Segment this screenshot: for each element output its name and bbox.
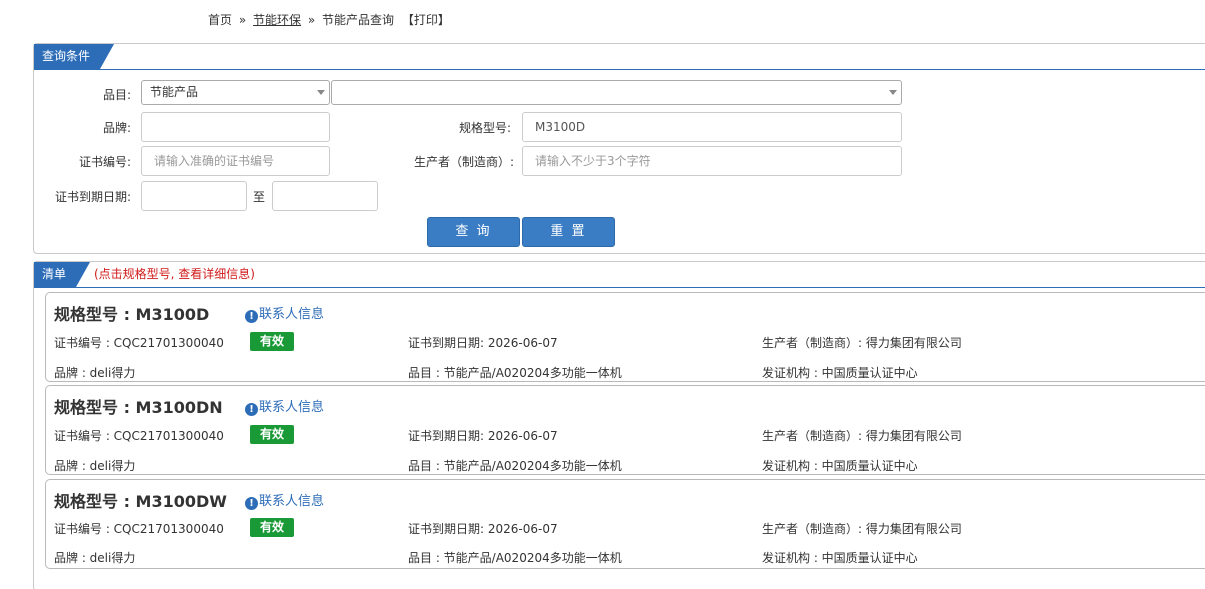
breadcrumb-separator: » (238, 13, 247, 27)
status-badge: 有效 (250, 332, 294, 351)
brand-label: 品牌: (102, 121, 131, 135)
subcategory-select[interactable] (331, 80, 902, 105)
query-panel-title: 查询条件 (34, 44, 114, 69)
cert-no: 证书编号 : CQC21701300040 (54, 522, 224, 536)
info-circle-icon: ! (245, 403, 258, 416)
breadcrumb: 首页 » 节能环保 » 节能产品查询 【打印】 (208, 11, 450, 28)
cert-expiry: 证书到期日期: 2026-06-07 (408, 336, 558, 350)
reset-button[interactable]: 重 置 (522, 217, 615, 247)
category: 品目 : 节能产品/A020204多功能一体机 (408, 551, 622, 565)
cert-expiry: 证书到期日期: 2026-06-07 (408, 522, 558, 536)
breadcrumb-home[interactable]: 首页 (208, 13, 232, 27)
results-panel: 清单 (点击规格型号, 查看详细信息) 规格型号 : M3100D ! 联系人信息… (33, 261, 1205, 589)
expiry-label: 证书到期日期: (54, 190, 131, 204)
contact-info-link[interactable]: ! 联系人信息 (245, 490, 324, 510)
breadcrumb-separator: » (307, 13, 316, 27)
chevron-down-icon (889, 90, 897, 95)
producer-input[interactable]: 请输入不少于3个字符 (522, 146, 902, 176)
expiry-from-input[interactable] (141, 181, 247, 211)
model-link[interactable]: 规格型号 : M3100DW (54, 488, 227, 512)
results-panel-title: 清单 (34, 262, 90, 287)
cert-expiry: 证书到期日期: 2026-06-07 (408, 429, 558, 443)
info-circle-icon: ! (245, 310, 258, 323)
brand: 品牌 : deli得力 (54, 459, 136, 473)
producer: 生产者（制造商）: 得力集团有限公司 (762, 522, 962, 536)
cert-no: 证书编号 : CQC21701300040 (54, 336, 224, 350)
model-link[interactable]: 规格型号 : M3100DN (54, 394, 223, 418)
breadcrumb-current: 节能产品查询 (322, 13, 395, 27)
model-input[interactable]: M3100D (522, 112, 902, 142)
contact-info-label: 联系人信息 (259, 400, 325, 415)
category-select[interactable]: 节能产品 (141, 80, 330, 105)
category: 品目 : 节能产品/A020204多功能一体机 (408, 459, 622, 473)
breadcrumb-section-link[interactable]: 节能环保 (253, 13, 301, 27)
producer: 生产者（制造商）: 得力集团有限公司 (762, 429, 962, 443)
expiry-to-label: 至 (253, 190, 266, 204)
issuer: 发证机构 : 中国质量认证中心 (762, 366, 918, 380)
cert-no-label: 证书编号: (78, 155, 131, 169)
query-panel: 查询条件 品目: 节能产品 品牌: 规格型号: M3100D 证书编号: 请输入… (33, 43, 1205, 254)
info-circle-icon: ! (245, 497, 258, 510)
query-panel-header: 查询条件 (34, 44, 1205, 70)
model-link[interactable]: 规格型号 : M3100D (54, 301, 209, 325)
brand: 品牌 : deli得力 (54, 551, 136, 565)
status-badge: 有效 (250, 425, 294, 444)
contact-info-label: 联系人信息 (259, 307, 325, 322)
status-badge: 有效 (250, 518, 294, 537)
issuer: 发证机构 : 中国质量认证中心 (762, 551, 918, 565)
result-card: 规格型号 : M3100DN ! 联系人信息 证书编号 : CQC21701300… (45, 385, 1205, 475)
producer-label: 生产者（制造商）: (413, 155, 514, 169)
cert-no-input[interactable]: 请输入准确的证书编号 (141, 146, 330, 176)
print-link[interactable]: 【打印】 (402, 13, 450, 27)
model-label: 规格型号: (458, 121, 511, 135)
category-label: 品目: (102, 88, 131, 102)
category-select-value: 节能产品 (150, 85, 199, 99)
expiry-to-input[interactable] (272, 181, 378, 211)
brand: 品牌 : deli得力 (54, 366, 136, 380)
category: 品目 : 节能产品/A020204多功能一体机 (408, 366, 622, 380)
chevron-down-icon (317, 90, 325, 95)
issuer: 发证机构 : 中国质量认证中心 (762, 459, 918, 473)
results-hint: (点击规格型号, 查看详细信息) (94, 267, 255, 281)
result-card: 规格型号 : M3100DW ! 联系人信息 证书编号 : CQC21701300… (45, 479, 1205, 569)
result-card: 规格型号 : M3100D ! 联系人信息 证书编号 : CQC217013000… (45, 292, 1205, 382)
cert-no: 证书编号 : CQC21701300040 (54, 429, 224, 443)
contact-info-link[interactable]: ! 联系人信息 (245, 303, 324, 323)
brand-input[interactable] (141, 112, 330, 142)
producer: 生产者（制造商）: 得力集团有限公司 (762, 336, 962, 350)
contact-info-label: 联系人信息 (259, 494, 325, 509)
search-button[interactable]: 查 询 (427, 217, 520, 247)
contact-info-link[interactable]: ! 联系人信息 (245, 396, 324, 416)
results-panel-header: 清单 (点击规格型号, 查看详细信息) (34, 262, 1205, 288)
